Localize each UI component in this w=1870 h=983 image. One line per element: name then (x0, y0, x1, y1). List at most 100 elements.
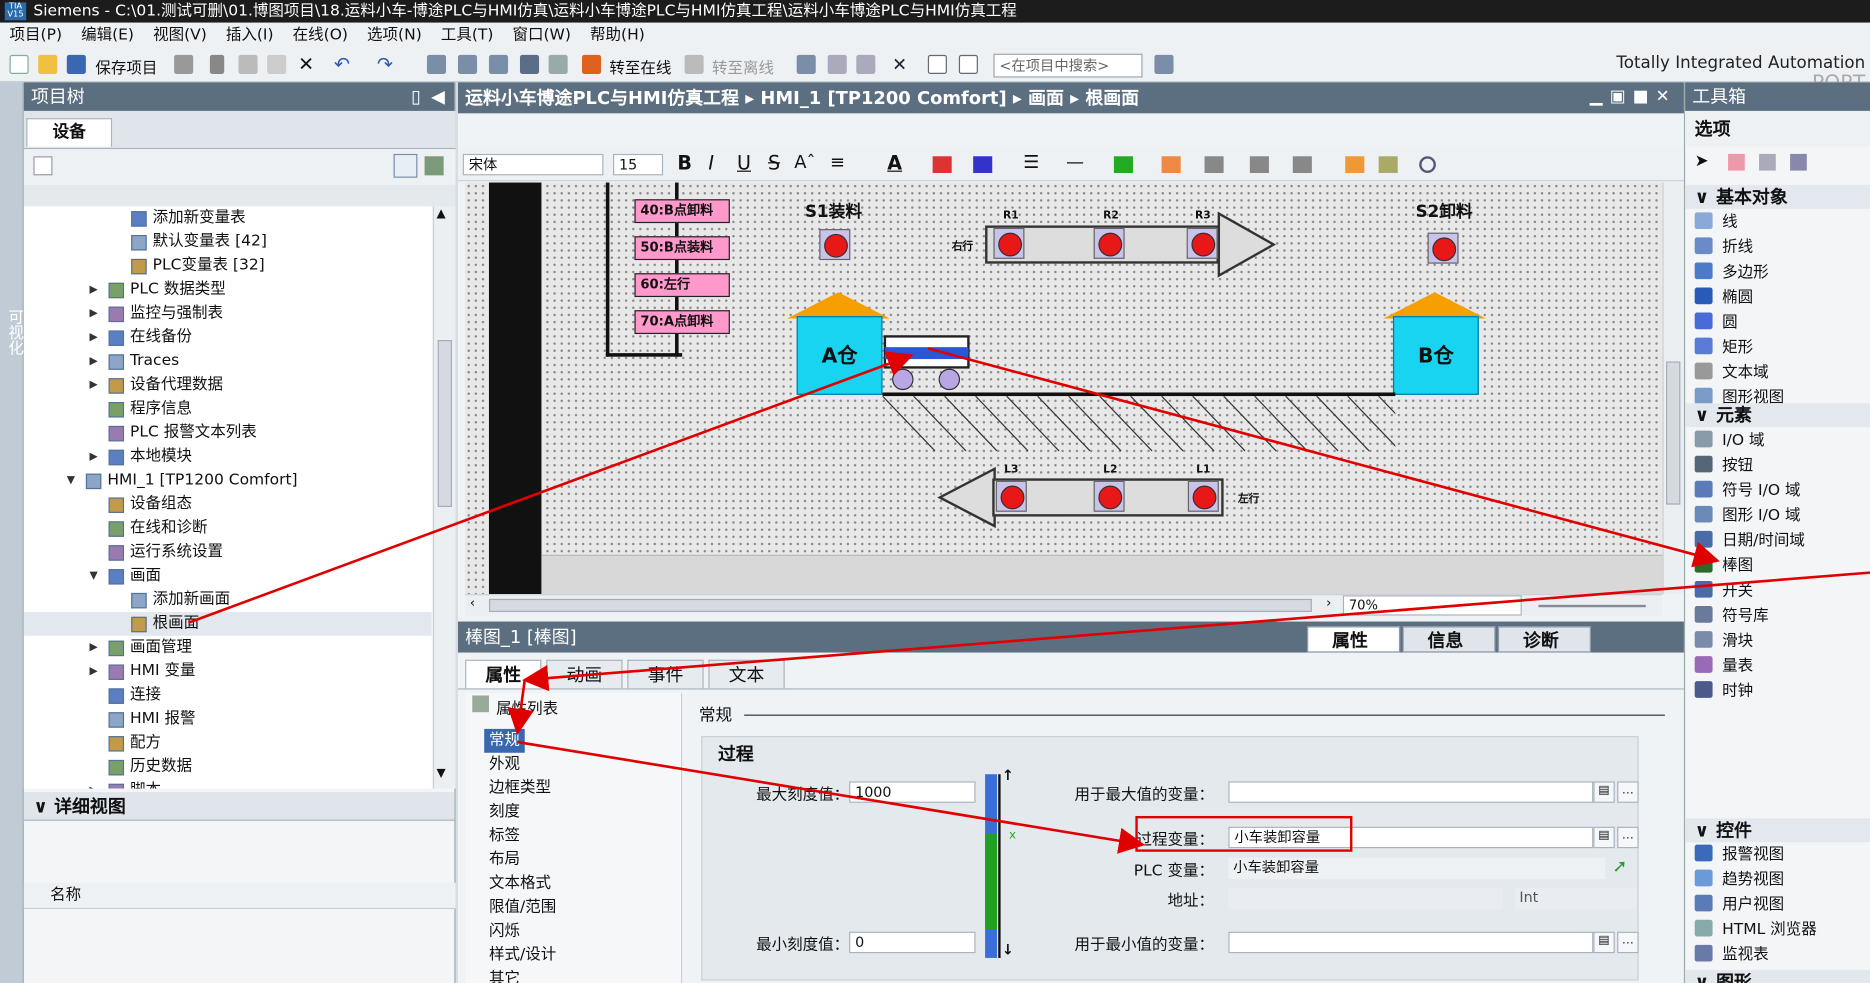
l3-lamp[interactable] (995, 480, 1027, 512)
property-category[interactable]: 文本格式 (489, 872, 551, 896)
menu-item[interactable]: 工具(T) (431, 23, 503, 49)
r3-lamp[interactable] (1186, 227, 1218, 259)
toolbox-item[interactable]: 开关 (1694, 580, 1753, 604)
toolbox-item[interactable]: 圆 (1694, 311, 1738, 335)
stop-simulation-icon[interactable] (548, 54, 568, 74)
save-icon[interactable] (66, 54, 86, 74)
toolbox-section[interactable]: ∨ 控件 (1685, 818, 1870, 843)
canvas-vscroll[interactable] (1662, 182, 1684, 595)
print-icon[interactable] (174, 54, 194, 74)
command-step-box[interactable]: 40:B点卸料 (634, 199, 730, 224)
strikethrough-icon[interactable]: S (768, 152, 780, 175)
compare-icon[interactable] (856, 54, 876, 74)
toolbox-item[interactable]: 日期/时间域 (1694, 530, 1805, 554)
menu-item[interactable]: 窗口(W) (503, 23, 581, 49)
delete-icon[interactable]: ✕ (298, 54, 317, 74)
s1-lamp[interactable] (819, 229, 851, 261)
inspector-tab[interactable]: 事件 (627, 659, 704, 689)
expand-arrow-icon[interactable]: ▶ (89, 302, 97, 326)
tree-item[interactable]: ▼ 画面 (24, 564, 432, 588)
tree-item[interactable]: HMI 报警 (24, 707, 432, 731)
command-step-box[interactable]: 70:A点卸料 (634, 310, 730, 335)
user-icon[interactable] (1728, 153, 1745, 171)
toolbox-item[interactable]: 趋势视图 (1694, 868, 1784, 892)
toolbox-item[interactable]: I/O 域 (1694, 429, 1765, 453)
save-project-button[interactable]: 保存项目 (95, 55, 157, 78)
menu-item[interactable]: 项目(P) (0, 23, 72, 49)
scroll-up-icon[interactable]: ▲ (436, 208, 445, 221)
tree-item[interactable]: 连接 (24, 684, 432, 708)
collapse-panel-icon[interactable]: ◀ (431, 82, 445, 111)
tree-item[interactable]: 默认变量表 [42] (24, 230, 432, 254)
inspector-tab[interactable]: 文本 (708, 659, 785, 689)
menu-item[interactable]: 帮助(H) (580, 23, 654, 49)
toolbox-item[interactable]: 矩形 (1694, 336, 1753, 360)
menu-item[interactable]: 编辑(E) (72, 23, 144, 49)
tree-icon[interactable] (1759, 153, 1776, 171)
close-all-icon[interactable]: ✕ (892, 55, 911, 74)
text-align-icon[interactable]: ≡ (830, 152, 845, 173)
tree-item[interactable]: 配方 (24, 731, 432, 755)
property-category[interactable]: 布局 (489, 848, 520, 872)
download-icon[interactable] (457, 54, 478, 74)
tree-item[interactable]: ▶ 设备代理数据 (24, 373, 432, 397)
collapse-icon[interactable]: ∨ (1695, 403, 1710, 427)
scroll-down-icon[interactable]: ▼ (436, 767, 445, 780)
menu-item[interactable]: 视图(V) (144, 23, 217, 49)
command-step-box[interactable]: 60:左行 (634, 273, 730, 298)
add-device-icon[interactable] (33, 156, 53, 176)
toolbox-item[interactable]: 图形 I/O 域 (1694, 505, 1800, 529)
menu-item[interactable]: 插入(I) (216, 23, 283, 49)
r2-lamp[interactable] (1093, 227, 1125, 259)
property-category[interactable]: 边框类型 (489, 777, 551, 801)
format-painter-icon[interactable] (1345, 156, 1365, 173)
distribute-icon[interactable] (1204, 156, 1224, 173)
toolbox-item[interactable]: 椭圆 (1694, 286, 1753, 310)
collapse-icon[interactable]: ∨ (1695, 185, 1710, 209)
line-style-icon[interactable]: — (1066, 152, 1084, 173)
rotate-icon[interactable] (1161, 156, 1181, 173)
tree-item[interactable]: PLC 报警文本列表 (24, 421, 432, 445)
editor-window-controls[interactable]: ▁▣■✕ (1590, 87, 1677, 106)
go-online-icon[interactable] (581, 54, 602, 74)
inspector-mode-tab[interactable]: 信息 (1402, 626, 1496, 653)
cart-bar-graph[interactable] (884, 347, 969, 360)
l2-lamp[interactable] (1093, 480, 1125, 512)
min-var-input[interactable] (1228, 931, 1594, 954)
collapse-icon[interactable]: ∨ (1695, 818, 1710, 842)
font-family-select[interactable]: 宋体 (462, 153, 604, 176)
expand-arrow-icon[interactable]: ▶ (89, 373, 97, 397)
layer-icon[interactable] (1378, 156, 1398, 173)
font-grow-icon[interactable]: Aˆ (794, 152, 815, 173)
underline-icon[interactable]: U (737, 152, 751, 175)
toolbox-item[interactable]: 多边形 (1694, 261, 1769, 285)
tree-item[interactable]: 在线和诊断 (24, 517, 432, 541)
line-width-icon[interactable]: ☰ (1023, 152, 1039, 173)
expand-arrow-icon[interactable]: ▶ (89, 636, 97, 660)
tree-item[interactable]: 程序信息 (24, 397, 432, 421)
breadcrumb-item[interactable]: HMI_1 [TP1200 Comfort] (760, 87, 1006, 108)
scroll-right-icon[interactable]: › (1326, 595, 1331, 611)
expand-arrow-icon[interactable]: ▶ (89, 278, 97, 302)
max-var-input[interactable] (1228, 781, 1594, 803)
r1-lamp[interactable] (993, 227, 1025, 259)
cross-reference-icon[interactable] (827, 54, 847, 74)
min-scale-input[interactable]: 0 (849, 931, 976, 954)
property-category[interactable]: 其它 (489, 967, 520, 983)
inspector-tab[interactable]: 动画 (546, 659, 623, 689)
go-offline-icon[interactable] (684, 54, 704, 74)
new-project-icon[interactable] (9, 54, 29, 74)
inspector-mode-tab[interactable]: 诊断 (1497, 626, 1591, 653)
menu-item[interactable]: 选项(N) (358, 23, 432, 49)
tree-item[interactable]: 历史数据 (24, 755, 432, 779)
go-online-button[interactable]: 转至在线 (609, 55, 671, 78)
tree-item[interactable]: ▼ HMI_1 [TP1200 Comfort] (24, 469, 432, 493)
go-to-plc-var-icon[interactable]: ➚ (1612, 855, 1627, 876)
toolbox-section[interactable]: ∨ 基本对象 (1685, 184, 1870, 209)
go-offline-button[interactable]: 转至离线 (712, 55, 774, 78)
sync-icon[interactable] (424, 156, 444, 176)
cut-icon[interactable] (209, 54, 225, 74)
font-size-select[interactable]: 15 (612, 153, 664, 176)
toolbox-item[interactable]: 报警视图 (1694, 843, 1784, 867)
hmi-screen-canvas[interactable]: 40:B点卸料 50:B点装料 60:左行 70:A点卸料 S1装料 S2卸料 右行 … (465, 182, 1663, 595)
